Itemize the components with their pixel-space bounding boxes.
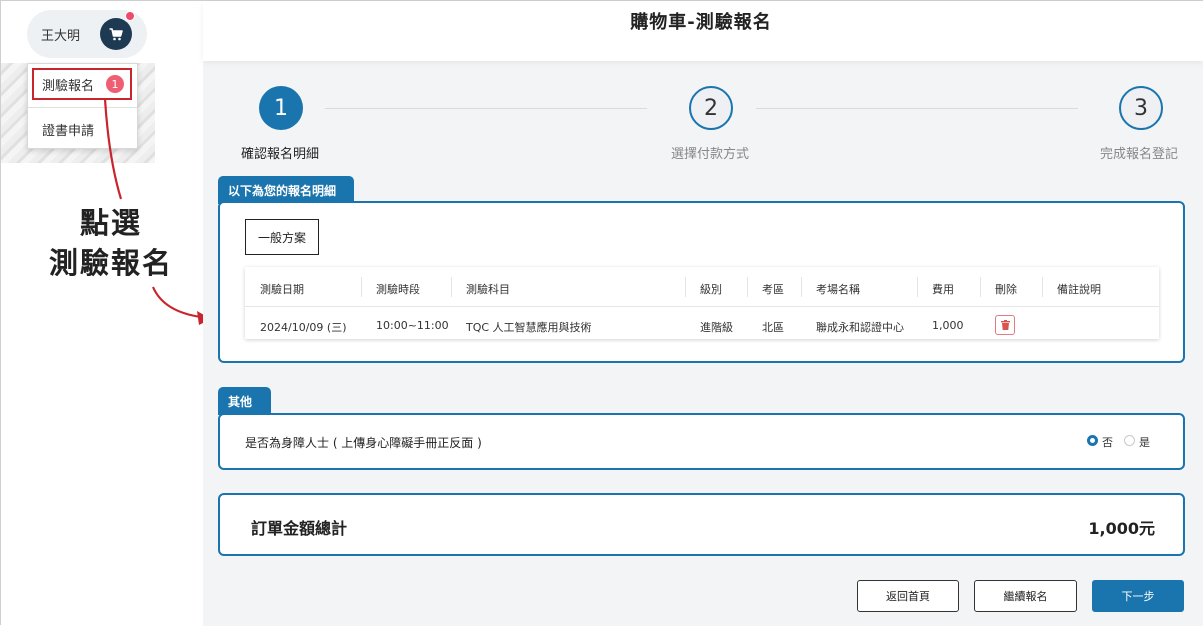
cart-dropdown-menu: 測驗報名 1 證書申請	[27, 63, 138, 149]
step-3-label: 完成報名登記	[1100, 147, 1179, 162]
main-content: 購物車-測驗報名 1 2 3 確認報名明細 選擇付款方式 完成報名登記 以下為您…	[203, 1, 1203, 626]
column-divider	[917, 277, 918, 297]
cell-subject: TQC 人工智慧應用與技術	[466, 321, 592, 334]
column-divider	[980, 277, 981, 297]
order-total-section: 訂單金額總計 1,000元	[218, 493, 1185, 556]
col-header: 考區	[762, 283, 784, 296]
annotation-line1: 點選	[79, 206, 142, 240]
cart-icon	[109, 27, 123, 40]
count-badge: 1	[106, 75, 124, 93]
radio-no-label: 否	[1102, 436, 1113, 449]
user-pill: 王大明	[27, 10, 147, 58]
page-title: 購物車-測驗報名	[630, 12, 772, 33]
disability-question: 是否為身障人士 ( 上傳身心障礙手冊正反面 )	[245, 436, 482, 450]
home-button[interactable]: 返回首頁	[857, 580, 959, 612]
col-header: 測驗日期	[260, 283, 304, 296]
column-divider	[451, 277, 452, 297]
step-2-circle: 2	[689, 86, 733, 130]
step-1-circle: 1	[259, 86, 303, 130]
menu-item-certificate[interactable]: 證書申請	[42, 120, 94, 139]
radio-yes[interactable]	[1124, 435, 1135, 446]
details-section: 一般方案 測驗日期 測驗時段 測驗科目 級別 考區 考場名稱 費用 刪除 備註說…	[218, 201, 1185, 363]
cell-fee: 1,000	[932, 319, 964, 332]
screenshot-frame: 王大明 測驗報名 1 證書申請 點選 測驗報名 購物車-測驗報名 1 2 3 確…	[0, 0, 1203, 626]
plan-label: 一般方案	[245, 219, 319, 255]
column-divider	[747, 277, 748, 297]
cell-time: 10:00~11:00	[376, 319, 449, 332]
order-total-amount: 1,000元	[1088, 519, 1155, 538]
cell-venue: 聯成永和認證中心	[816, 321, 904, 334]
cell-level: 進階級	[700, 321, 733, 334]
step-2-label: 選擇付款方式	[671, 147, 750, 162]
annotation-text: 點選 測驗報名	[41, 203, 181, 283]
notification-dot	[125, 11, 135, 21]
step-3-circle: 3	[1119, 86, 1163, 130]
other-tab: 其他	[218, 387, 271, 415]
cart-button[interactable]	[100, 18, 132, 50]
col-header: 測驗時段	[376, 283, 420, 296]
order-total-label: 訂單金額總計	[251, 519, 348, 538]
menu-item-label: 測驗報名	[42, 78, 95, 94]
menu-divider	[28, 107, 137, 108]
continue-registration-button[interactable]: 繼續報名	[974, 580, 1077, 612]
col-header: 測驗科目	[466, 283, 510, 296]
column-divider	[801, 277, 802, 297]
left-panel: 王大明 測驗報名 1 證書申請 點選 測驗報名	[1, 1, 211, 626]
top-bar: 購物車-測驗報名	[203, 1, 1203, 61]
other-section: 是否為身障人士 ( 上傳身心障礙手冊正反面 ) 否 是	[218, 413, 1185, 470]
user-name: 王大明	[41, 29, 81, 44]
next-step-button[interactable]: 下一步	[1092, 580, 1184, 612]
column-divider	[361, 277, 362, 297]
column-divider	[1042, 277, 1043, 297]
radio-no[interactable]	[1087, 435, 1098, 446]
col-header: 級別	[700, 283, 722, 296]
table-header: 測驗日期 測驗時段 測驗科目 級別 考區 考場名稱 費用 刪除 備註說明	[245, 267, 1159, 307]
col-header: 費用	[932, 283, 954, 296]
radio-yes-label: 是	[1139, 436, 1150, 449]
details-tab: 以下為您的報名明細	[218, 176, 354, 204]
column-divider	[685, 277, 686, 297]
annotation-arrow-right	[151, 286, 202, 319]
delete-button[interactable]	[995, 315, 1015, 335]
col-header: 刪除	[995, 283, 1017, 296]
col-header: 備註說明	[1057, 283, 1101, 296]
step-connector	[756, 108, 1078, 109]
cell-area: 北區	[762, 321, 784, 334]
annotation-line2: 測驗報名	[48, 246, 173, 280]
cell-date: 2024/10/09 (三)	[260, 321, 347, 334]
step-1-label: 確認報名明細	[241, 147, 320, 162]
step-connector	[325, 108, 647, 109]
registration-table: 測驗日期 測驗時段 測驗科目 級別 考區 考場名稱 費用 刪除 備註說明 202…	[245, 267, 1159, 339]
trash-icon	[1000, 320, 1010, 330]
col-header: 考場名稱	[816, 283, 860, 296]
menu-item-exam-registration[interactable]: 測驗報名 1	[32, 68, 132, 100]
